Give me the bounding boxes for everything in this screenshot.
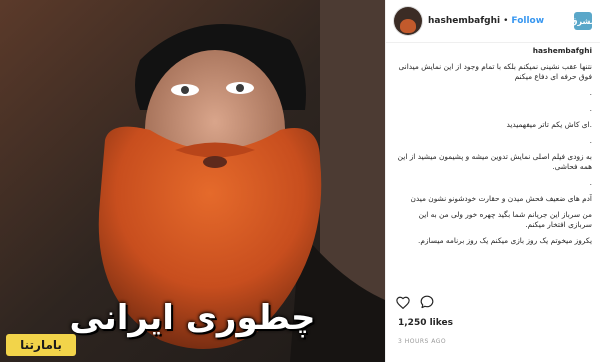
- caption-line: .: [589, 88, 592, 97]
- caption-line: آدم های ضعیف فحش میدن و حقارت خودشونو نش…: [410, 194, 592, 203]
- post-side-panel: hashembafghi • Follow مشرق hashembafghi …: [385, 0, 600, 362]
- post-actions: [396, 295, 434, 309]
- caption-username[interactable]: hashembafghi: [533, 46, 592, 55]
- watermark-logo: بامارتنا: [6, 334, 76, 356]
- header-username[interactable]: hashembafghi: [428, 16, 500, 26]
- photo-overlay-text: چطوری ایرانی: [69, 298, 316, 338]
- caption-line: .: [589, 136, 592, 145]
- caption-line: نتنها عقب نشینی نمیکنم بلکه با تمام وجود…: [398, 62, 592, 81]
- caption-line: .: [589, 104, 592, 113]
- caption-line: یکروز میخوتم یک روز بازی میکنم یک روز بر…: [418, 236, 592, 245]
- post-photo[interactable]: چطوری ایرانی بامارتنا: [0, 0, 385, 362]
- follow-button[interactable]: Follow: [511, 16, 544, 26]
- caption-line: من سرباز این جریانم شما بگید چهره خور ول…: [418, 210, 592, 229]
- caption-block: hashembafghi نتنها عقب نشینی نمیکنم بلکه…: [394, 46, 592, 286]
- brand-logo: مشرق: [570, 12, 596, 30]
- caption-line: به زودی فیلم اصلی نمایش تدوین میشه و پشی…: [397, 152, 592, 171]
- heart-icon[interactable]: [396, 295, 410, 309]
- avatar[interactable]: [394, 7, 422, 35]
- likes-count[interactable]: 1,250 likes: [398, 318, 453, 328]
- comment-bubble-icon[interactable]: [420, 295, 434, 309]
- caption-line: .ای کاش یکم تاتر میفهمیدید: [506, 120, 592, 129]
- caption-line: .: [589, 178, 592, 187]
- separator-dot: •: [503, 16, 509, 26]
- post-header: hashembafghi • Follow مشرق: [386, 0, 600, 43]
- post-timestamp: 3 HOURS AGO: [398, 338, 447, 345]
